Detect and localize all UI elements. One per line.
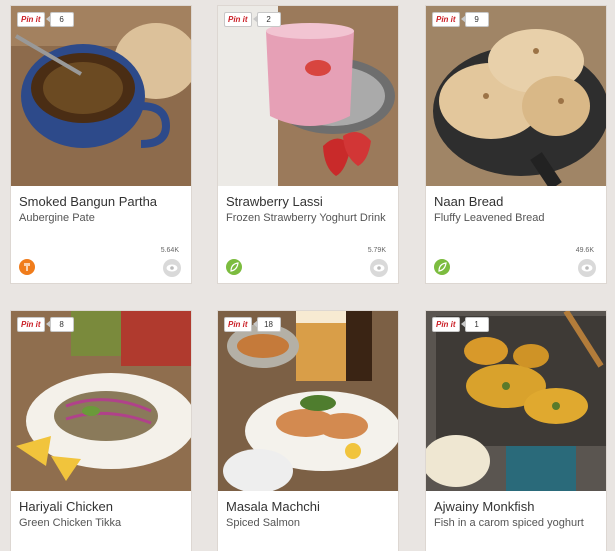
- recipe-subtitle: Green Chicken Tikka: [19, 517, 122, 529]
- recipe-card[interactable]: Pin it 9 Naan Bread Fluffy Leavened Brea…: [426, 6, 606, 283]
- pin-widget[interactable]: Pin it 2: [224, 12, 281, 27]
- recipe-title[interactable]: Hariyali Chicken: [19, 499, 113, 514]
- recipe-title[interactable]: Strawberry Lassi: [226, 194, 323, 209]
- pin-widget[interactable]: Pin it 9: [432, 12, 489, 27]
- pin-count: 2: [252, 12, 281, 27]
- pin-count: 9: [460, 12, 489, 27]
- pin-count: 6: [45, 12, 74, 27]
- pin-widget[interactable]: Pin it 8: [17, 317, 74, 332]
- pin-it-button[interactable]: Pin it: [17, 317, 45, 332]
- recipe-card[interactable]: Pin it 1 Ajwainy Monkfish Fish in a caro…: [426, 311, 606, 551]
- pin-count: 18: [252, 317, 281, 332]
- pin-it-button[interactable]: Pin it: [17, 12, 45, 27]
- pin-widget[interactable]: Pin it 18: [224, 317, 281, 332]
- eye-icon: [578, 259, 596, 277]
- recipe-card[interactable]: Pin it 8 Hariyali Chicken Green Chicken …: [11, 311, 191, 551]
- pin-it-button[interactable]: Pin it: [432, 317, 460, 332]
- view-count: 49.6K: [575, 247, 594, 254]
- view-count: 5.64K: [160, 247, 179, 254]
- recipe-photo[interactable]: [426, 6, 606, 186]
- pin-count: 8: [45, 317, 74, 332]
- pin-widget[interactable]: Pin it 1: [432, 317, 489, 332]
- recipe-card[interactable]: Pin it 18 Masala Machchi Spiced Salmon: [218, 311, 398, 551]
- recipe-photo[interactable]: [11, 6, 191, 186]
- leaf-icon: [226, 259, 242, 275]
- recipe-title[interactable]: Masala Machchi: [226, 499, 320, 514]
- fork-knife-icon: [19, 259, 35, 275]
- recipe-subtitle: Fluffy Leavened Bread: [434, 212, 545, 224]
- recipe-subtitle: Frozen Strawberry Yoghurt Drink: [226, 212, 386, 224]
- pin-it-button[interactable]: Pin it: [224, 12, 252, 27]
- recipe-photo[interactable]: [218, 311, 398, 491]
- recipe-title[interactable]: Ajwainy Monkfish: [434, 499, 534, 514]
- leaf-icon: [434, 259, 450, 275]
- recipe-title[interactable]: Smoked Bangun Partha: [19, 194, 157, 209]
- pin-it-button[interactable]: Pin it: [432, 12, 460, 27]
- eye-icon: [163, 259, 181, 277]
- recipe-photo[interactable]: [426, 311, 606, 491]
- recipe-card[interactable]: Pin it 2 Strawberry Lassi Frozen Strawbe…: [218, 6, 398, 283]
- recipe-photo[interactable]: [11, 311, 191, 491]
- pin-count: 1: [460, 317, 489, 332]
- eye-icon: [370, 259, 388, 277]
- recipe-subtitle: Fish in a carom spiced yoghurt: [434, 517, 584, 529]
- pin-widget[interactable]: Pin it 6: [17, 12, 74, 27]
- pin-it-button[interactable]: Pin it: [224, 317, 252, 332]
- recipe-subtitle: Aubergine Pate: [19, 212, 95, 224]
- view-count: 5.79K: [367, 247, 386, 254]
- recipe-subtitle: Spiced Salmon: [226, 517, 300, 529]
- recipe-photo[interactable]: [218, 6, 398, 186]
- recipe-title[interactable]: Naan Bread: [434, 194, 503, 209]
- recipe-card[interactable]: Pin it 6 Smoked Bangun Partha Aubergine …: [11, 6, 191, 283]
